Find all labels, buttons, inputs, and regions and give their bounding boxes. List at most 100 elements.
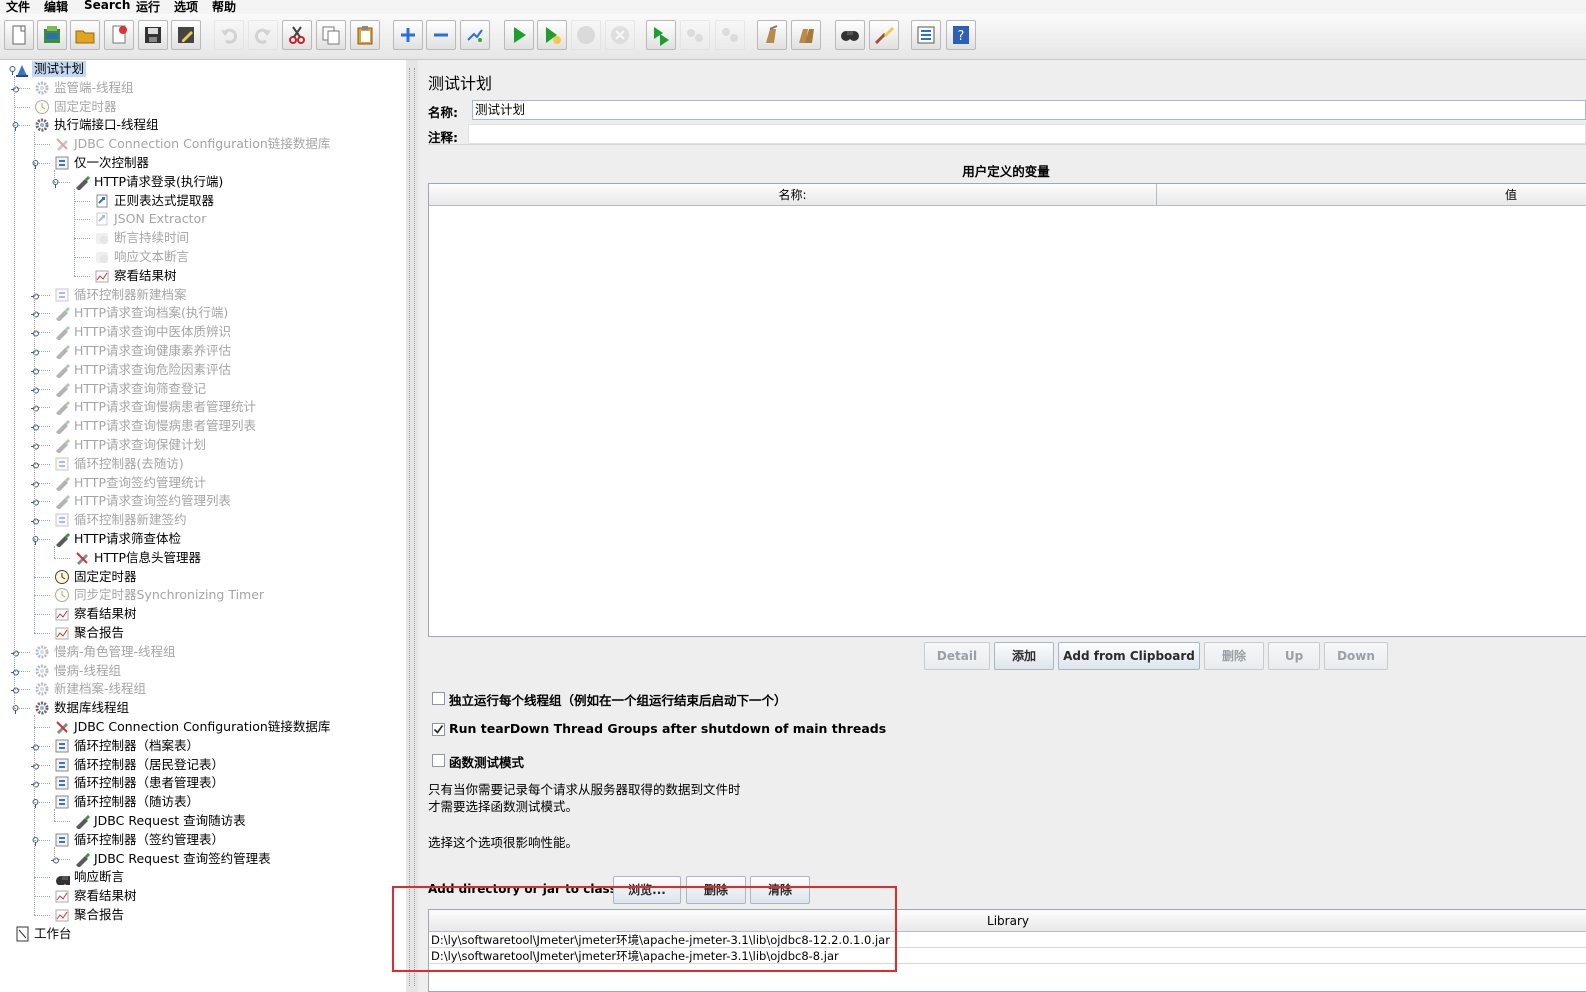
expand-handle-icon[interactable] (31, 308, 40, 318)
expand-handle-icon[interactable] (31, 778, 40, 788)
collapse-handle-icon[interactable] (31, 158, 40, 169)
remote-exit-button[interactable] (715, 20, 745, 50)
help-button[interactable]: ? (946, 20, 976, 50)
expand-handle-icon[interactable] (11, 83, 20, 93)
function-helper-button[interactable] (911, 20, 941, 50)
comment-field[interactable] (468, 124, 1586, 144)
tree-node[interactable]: 仅一次控制器 (0, 154, 406, 172)
tree-node[interactable]: HTTP请求查询健康素养评估 (0, 342, 406, 360)
tree-node[interactable]: 循环控制器(去随访) (0, 455, 406, 473)
serial-threadgroups-checkbox[interactable] (432, 692, 445, 705)
add-button[interactable]: 添加 (994, 642, 1054, 670)
name-field[interactable]: 测试计划 (472, 100, 1586, 120)
collapse-handle-icon[interactable] (31, 797, 40, 809)
tree-node[interactable]: 循环控制器（患者管理表） (0, 774, 406, 792)
down-button[interactable]: Down (1324, 642, 1388, 670)
tree-node[interactable]: JDBC Request 查询签约管理表 (0, 850, 406, 868)
collapse-button[interactable] (426, 20, 456, 50)
save-button[interactable] (138, 20, 168, 50)
stop-button[interactable] (571, 20, 601, 50)
tree-node[interactable]: 同步定时器Synchronizing Timer (0, 586, 406, 604)
tree-node[interactable]: HTTP请求登录(执行端) (0, 173, 406, 191)
tree-node[interactable]: HTTP请求查询保健计划 (0, 436, 406, 454)
expand-handle-icon[interactable] (31, 478, 40, 488)
teardown-checkbox[interactable] (432, 723, 445, 736)
tree-node[interactable]: 固定定时器 (0, 98, 406, 116)
tree-node[interactable]: HTTP请求查询档案(执行端) (0, 304, 406, 323)
tree-node[interactable]: HTTP信息头管理器 (0, 549, 406, 567)
tree-node[interactable]: HTTP请求查询中医体质辨识 (0, 323, 406, 342)
tree-node[interactable]: 察看结果树 (0, 605, 406, 623)
menu-options[interactable]: 选项 (174, 0, 198, 15)
expand-handle-icon[interactable] (11, 647, 20, 657)
expand-handle-icon[interactable] (31, 346, 40, 356)
redo-button[interactable] (248, 20, 278, 50)
expand-handle-icon[interactable] (31, 496, 40, 506)
expand-button[interactable] (393, 20, 423, 50)
tree-node[interactable]: HTTP请求查询签约管理列表 (0, 492, 406, 511)
tree-node[interactable]: 断言持续时间 (0, 229, 406, 247)
expand-handle-icon[interactable] (31, 365, 40, 375)
tree-node[interactable]: HTTP请求查询筛查登记 (0, 380, 406, 398)
undo-button[interactable] (214, 20, 244, 50)
tree-node[interactable]: HTTP请求筛查体检 (0, 530, 406, 548)
add-from-clipboard-button[interactable]: Add from Clipboard (1058, 642, 1200, 670)
save-as-button[interactable] (171, 20, 201, 50)
menu-search[interactable]: Search (84, 0, 130, 12)
menu-run[interactable]: 运行 (136, 0, 160, 15)
search-button[interactable] (835, 20, 865, 50)
user-vars-table[interactable]: 名称: 值 (428, 183, 1586, 637)
toggle-button[interactable] (460, 20, 490, 50)
shutdown-button[interactable] (605, 20, 635, 50)
remote-start-button[interactable] (646, 20, 676, 50)
cut-button[interactable] (282, 20, 312, 50)
expand-handle-icon[interactable] (31, 327, 40, 337)
column-header-name[interactable]: 名称: (429, 184, 1157, 206)
detail-button[interactable]: Detail (924, 642, 990, 670)
templates-button[interactable] (37, 20, 67, 50)
copy-button[interactable] (316, 20, 346, 50)
tree-node[interactable]: 循环控制器新建签约 (0, 511, 406, 529)
open-button[interactable] (70, 20, 100, 50)
expand-handle-icon[interactable] (31, 515, 40, 525)
tree-node[interactable]: 执行端接口-线程组 (0, 116, 406, 134)
collapse-handle-icon[interactable] (31, 835, 40, 846)
start-no-pause-button[interactable] (537, 20, 567, 50)
new-button[interactable] (4, 20, 34, 50)
expand-handle-icon[interactable] (31, 402, 40, 412)
tree-node[interactable]: HTTP查询签约管理统计 (0, 474, 406, 492)
tree-node[interactable]: 循环控制器（居民登记表） (0, 756, 406, 774)
tree-node[interactable]: 循环控制器新建档案 (0, 286, 406, 304)
expand-handle-icon[interactable] (31, 459, 40, 469)
tree-node[interactable]: JDBC Connection Configuration链接数据库 (0, 135, 406, 153)
tree-node[interactable]: 响应文本断言 (0, 248, 406, 266)
functional-mode-checkbox[interactable] (432, 754, 445, 767)
menu-edit[interactable]: 编辑 (44, 0, 68, 15)
expand-handle-icon[interactable] (31, 440, 40, 450)
tree-node[interactable]: 新建档案-线程组 (0, 680, 406, 698)
reset-search-button[interactable] (869, 20, 899, 50)
expand-handle-icon[interactable] (11, 684, 20, 694)
tree-node[interactable]: 聚合报告 (0, 906, 406, 924)
delete-button[interactable]: 删除 (1204, 642, 1264, 670)
tree-node[interactable]: 响应断言 (0, 868, 406, 887)
tree-node[interactable]: 测试计划 (0, 60, 406, 78)
tree-node[interactable]: 慢病-角色管理-线程组 (0, 643, 406, 661)
remote-stop-button[interactable] (680, 20, 710, 50)
expand-handle-icon[interactable] (31, 384, 40, 394)
menu-help[interactable]: 帮助 (212, 0, 236, 15)
tree-node[interactable]: HTTP请求查询危险因素评估 (0, 361, 406, 379)
expand-handle-icon[interactable] (31, 421, 40, 431)
tree-node[interactable]: 固定定时器 (0, 568, 406, 586)
tree-node[interactable]: 循环控制器（签约管理表） (0, 831, 406, 849)
tree-node[interactable]: 循环控制器（档案表） (0, 737, 406, 755)
expand-handle-icon[interactable] (31, 741, 40, 751)
menu-file[interactable]: 文件 (6, 0, 30, 15)
tree-node[interactable]: 工作台 (0, 925, 406, 943)
up-button[interactable]: Up (1268, 642, 1320, 670)
test-plan-tree[interactable]: 测试计划 监管端-线程组 固定定时器 执行端接口-线程组 JDBC Connection… (0, 60, 406, 992)
tree-node[interactable]: 察看结果树 (0, 887, 406, 905)
expand-handle-icon[interactable] (31, 760, 40, 770)
expand-handle-icon[interactable] (31, 290, 40, 300)
tree-node[interactable]: 数据库线程组 (0, 699, 406, 717)
